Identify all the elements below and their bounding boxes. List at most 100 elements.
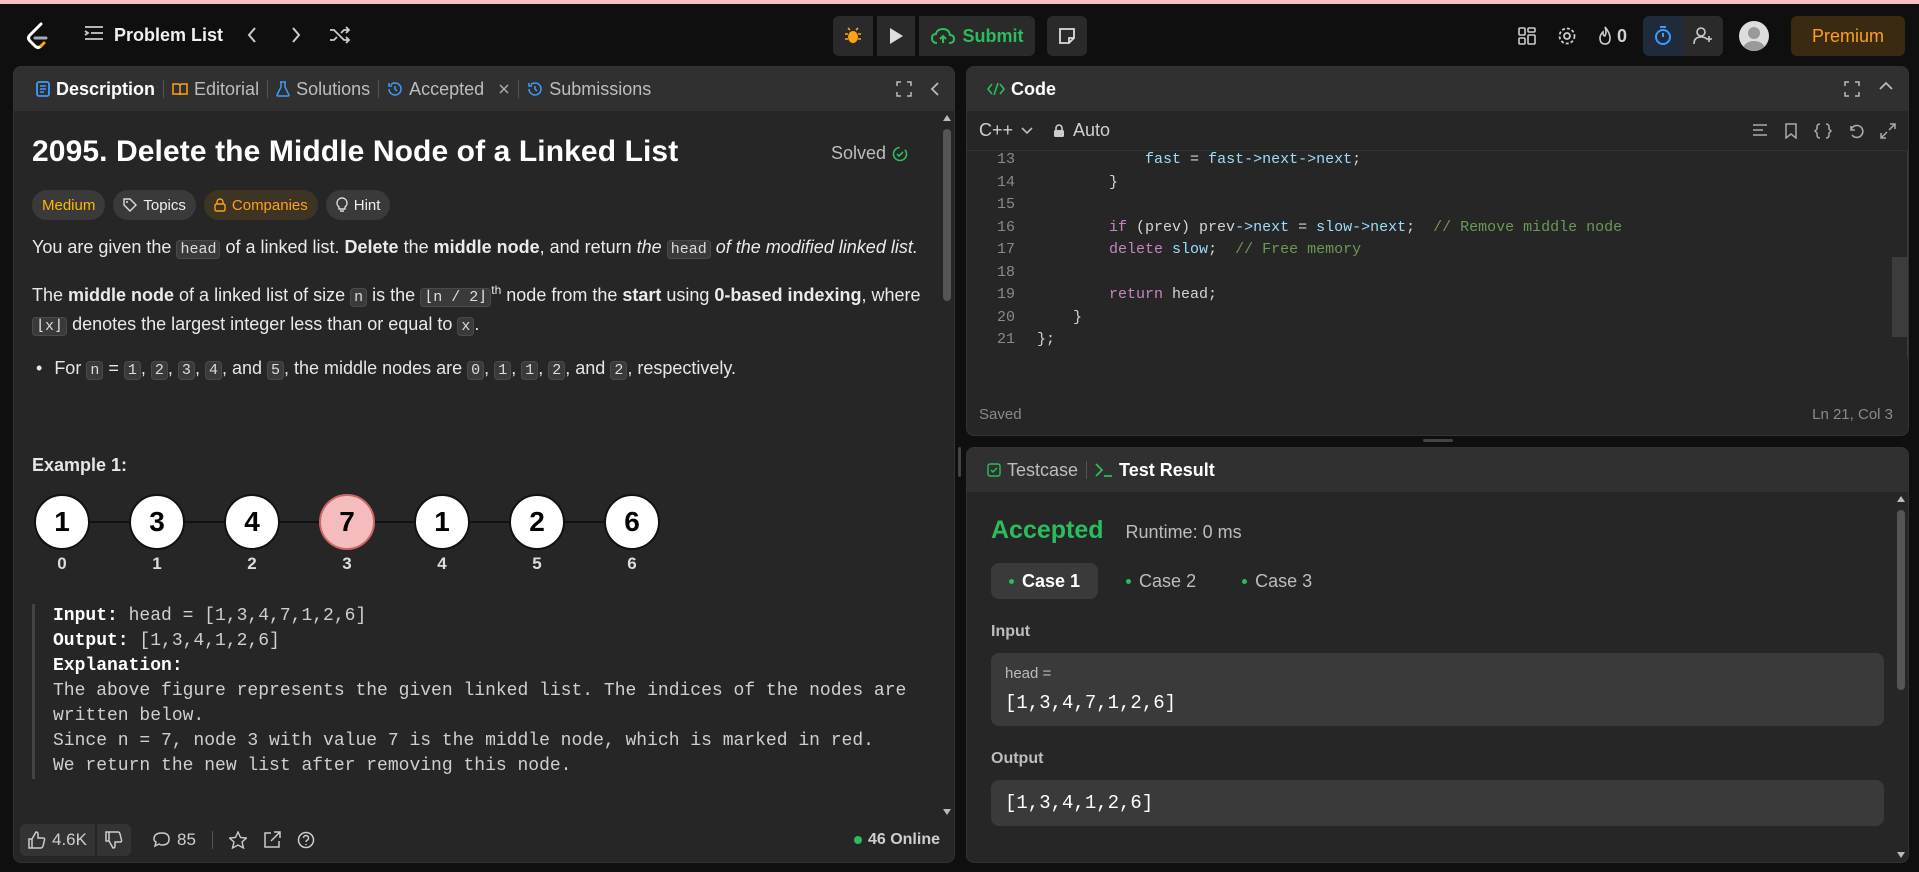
- topics-tag[interactable]: Topics: [113, 190, 196, 220]
- code-editor[interactable]: 13 fast = fast->next->next; 14 } 15 16 if (…: [967, 151, 1907, 357]
- case-tab-1[interactable]: Case 1: [991, 563, 1099, 599]
- case-tab-3[interactable]: Case 3: [1224, 563, 1330, 599]
- submit-label: Submit: [962, 25, 1024, 46]
- top-navbar: Problem List Submit 0 Premium: [0, 4, 1919, 66]
- vertical-resize-handle[interactable]: [958, 447, 961, 477]
- debug-button[interactable]: [833, 16, 873, 56]
- code-panel-actions: [1844, 81, 1894, 97]
- leetcode-logo[interactable]: [24, 22, 52, 52]
- line-number: 13: [996, 151, 1015, 168]
- maximize-icon[interactable]: [1844, 81, 1860, 97]
- bold-text: Delete: [344, 237, 399, 257]
- avatar[interactable]: [1739, 21, 1769, 51]
- question-icon: [297, 831, 315, 848]
- description-scrollbar[interactable]: [942, 111, 952, 819]
- check-circle-icon: [892, 146, 908, 161]
- prev-problem-button[interactable]: [237, 20, 267, 50]
- tab-accepted[interactable]: Accepted: [379, 67, 518, 111]
- add-collaborator-button[interactable]: [1683, 16, 1723, 56]
- tab-description[interactable]: Description: [28, 67, 163, 111]
- text: The: [32, 285, 69, 305]
- text: of a linked list.: [220, 237, 345, 257]
- companies-tag[interactable]: Companies: [203, 190, 318, 220]
- text: ,: [484, 358, 495, 378]
- collapse-left-icon[interactable]: [930, 81, 940, 97]
- run-button[interactable]: [877, 16, 915, 56]
- tab-testcase[interactable]: Testcase: [979, 448, 1086, 492]
- submit-button[interactable]: Submit: [919, 16, 1035, 56]
- dislike-button[interactable]: [96, 823, 131, 856]
- case-tab-2[interactable]: Case 2: [1108, 563, 1214, 599]
- text: denotes the largest integer less than or…: [67, 314, 458, 334]
- like-button[interactable]: 4.6K: [20, 823, 95, 856]
- tab-code[interactable]: Code: [979, 67, 1064, 111]
- reset-icon[interactable]: [1848, 123, 1864, 139]
- notes-button[interactable]: [1047, 16, 1087, 56]
- braces-icon[interactable]: [1814, 122, 1832, 139]
- gear-icon: [1558, 27, 1576, 45]
- result-body: Accepted Runtime: 0 ms Case 1 Case 2 Case…: [967, 516, 1908, 826]
- tab-submissions[interactable]: Submissions: [519, 67, 659, 111]
- timer-group: [1643, 16, 1723, 56]
- difficulty-badge[interactable]: Medium: [32, 190, 106, 220]
- expand-icon[interactable]: [1880, 122, 1896, 139]
- comments-button[interactable]: 85: [145, 824, 204, 856]
- streak-count: 0: [1616, 25, 1627, 46]
- chevron-up-icon[interactable]: [1878, 81, 1894, 91]
- text: is the: [367, 285, 421, 305]
- text: , where: [861, 285, 921, 305]
- shuffle-icon: [330, 26, 351, 44]
- hint-tag[interactable]: Hint: [325, 190, 391, 220]
- layout-icon: [1518, 27, 1536, 45]
- problem-list-button[interactable]: Problem List: [84, 25, 223, 46]
- code-line: return head;: [1109, 286, 1218, 303]
- streak-counter[interactable]: 0: [1597, 26, 1627, 47]
- horizontal-resize-handle[interactable]: [1423, 439, 1453, 442]
- tab-test-result[interactable]: Test Result: [1087, 448, 1223, 492]
- next-problem-button[interactable]: [281, 20, 311, 50]
- inline-code: 2: [150, 361, 168, 380]
- nav-left: Problem List: [84, 18, 355, 52]
- list-node: 1: [414, 494, 470, 550]
- tab-solutions[interactable]: Solutions: [268, 67, 378, 111]
- example-output: [1,3,4,1,2,6]: [128, 631, 280, 651]
- random-problem-button[interactable]: [325, 20, 355, 50]
- code-line: };: [1037, 331, 1056, 348]
- node-arrow: [375, 521, 414, 523]
- list-node: 6: [604, 494, 660, 550]
- bookmark-icon[interactable]: [1784, 122, 1798, 139]
- problem-statement: You are given the head of a linked list.…: [32, 234, 924, 263]
- layout-button[interactable]: [1507, 16, 1547, 56]
- favorite-button[interactable]: [221, 824, 255, 856]
- output-value: [1,3,4,1,2,6]: [1005, 792, 1154, 814]
- inline-code: head: [666, 240, 711, 259]
- thumbs-up-icon: [28, 830, 46, 849]
- settings-button[interactable]: [1547, 16, 1587, 56]
- language-label: C++: [979, 120, 1014, 140]
- premium-button[interactable]: Premium: [1791, 16, 1905, 56]
- result-scrollbar[interactable]: [1896, 492, 1906, 862]
- maximize-icon[interactable]: [896, 81, 912, 97]
- text: of a linked list of size: [174, 285, 351, 305]
- editor-scrollbar[interactable]: [1892, 257, 1908, 337]
- tab-editorial[interactable]: Editorial: [164, 67, 267, 111]
- line-number: 16: [996, 218, 1015, 236]
- text: For: [54, 358, 87, 378]
- timer-button[interactable]: [1643, 16, 1683, 56]
- language-select[interactable]: C++: [979, 120, 1033, 141]
- text: , and return: [539, 237, 637, 257]
- code-icon: [987, 82, 1005, 96]
- problem-tags: Medium Topics Companies Hint: [32, 190, 924, 220]
- share-button[interactable]: [255, 824, 289, 856]
- bold-text: 0-based indexing: [714, 285, 862, 305]
- close-icon[interactable]: [498, 83, 510, 95]
- online-indicator: 46 Online: [853, 831, 940, 849]
- bullet-dot: •: [36, 358, 43, 378]
- text: ,: [167, 358, 178, 378]
- auto-mode-toggle[interactable]: Auto: [1053, 120, 1110, 141]
- help-button[interactable]: [289, 824, 323, 856]
- explanation-line: The above figure represents the given li…: [53, 681, 907, 701]
- inline-code: head: [176, 240, 221, 259]
- format-icon[interactable]: [1752, 123, 1768, 137]
- case-tabs: Case 1 Case 2 Case 3: [991, 563, 1884, 599]
